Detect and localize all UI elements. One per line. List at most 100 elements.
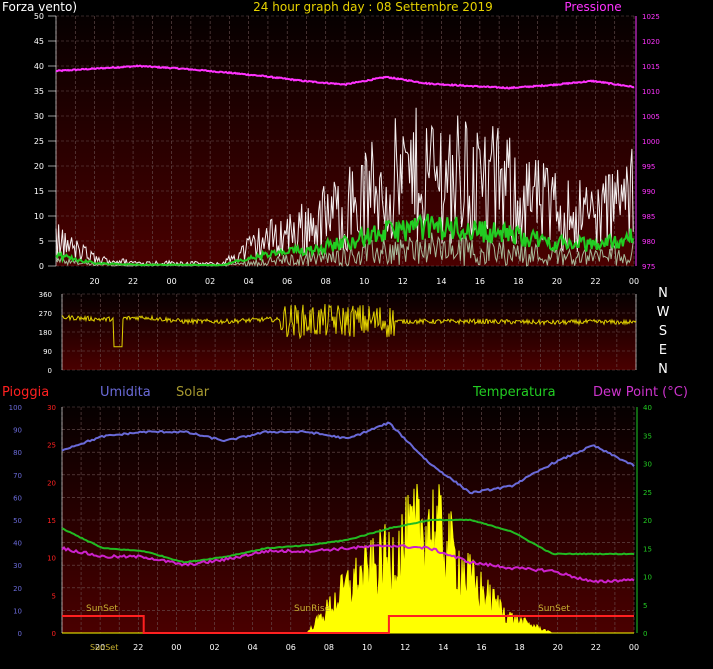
- compass-label: W: [657, 305, 670, 320]
- humidity-tick-label: 30: [13, 562, 22, 570]
- time-tick-label: 14: [438, 643, 448, 652]
- pressure-ticks: 1025 1020 1015 1010 1005 1000 995 990 985 980 975: [635, 13, 660, 271]
- legend-dewpoint: Dew Point (°C): [593, 385, 688, 400]
- sunset-label-overlap: SunSet: [90, 643, 118, 652]
- rain-tick-label: 25: [47, 442, 56, 450]
- temperature-tick-label: 40: [643, 404, 652, 412]
- time-tick-label: 16: [476, 643, 486, 652]
- compass-labels: NWSEN: [657, 286, 670, 377]
- legend-rain: Pioggia: [2, 385, 49, 400]
- rain-tick-label: 20: [47, 479, 56, 487]
- rain-tick-label: 30: [47, 404, 56, 412]
- time-tick-label: 02: [205, 277, 215, 286]
- wind-tick-label: 30: [34, 112, 44, 121]
- humidity-tick-label: 60: [13, 494, 22, 502]
- humidity-tick-label: 70: [13, 472, 22, 480]
- direction-tick-label: 360: [39, 291, 52, 299]
- temperature-tick-label: 10: [643, 574, 652, 582]
- weather-panel: 1009080706050403020100 302520151050 4035…: [9, 404, 652, 652]
- time-tick-label: 22: [591, 643, 601, 652]
- time-tick-label: 22: [133, 643, 143, 652]
- time-tick-label: 08: [324, 643, 334, 652]
- time-tick-label: 00: [629, 643, 639, 652]
- pressure-tick-label: 1015: [642, 63, 660, 71]
- humidity-tick-label: 50: [13, 517, 22, 525]
- compass-label: E: [659, 343, 667, 358]
- time-tick-label: 00: [167, 277, 177, 286]
- humidity-tick-label: 20: [13, 585, 22, 593]
- time-tick-label: 04: [244, 277, 254, 286]
- pressure-axis-title: Pressione: [564, 0, 621, 14]
- rain-tick-label: 15: [47, 517, 56, 525]
- time-tick-label: 22: [590, 277, 600, 286]
- time-axis-bottom: 20 22 00 02 04 06 08 10 12 14 16 18 20 22 00: [95, 643, 639, 652]
- temperature-tick-label: 30: [643, 461, 652, 469]
- wind-pressure-panel: 50454035302520151050 1025102010151010100…: [34, 12, 660, 286]
- pressure-tick-label: 1020: [642, 38, 660, 46]
- time-tick-label: 14: [436, 277, 446, 286]
- time-tick-label: 10: [359, 277, 369, 286]
- wind-tick-label: 25: [34, 137, 44, 146]
- temperature-tick-label: 5: [643, 602, 647, 610]
- temperature-tick-label: 15: [643, 545, 652, 553]
- humidity-tick-label: 90: [13, 427, 22, 435]
- pressure-tick-label: 1000: [642, 138, 660, 146]
- pressure-tick-label: 995: [642, 163, 655, 171]
- wind-tick-label: 15: [34, 187, 44, 196]
- time-tick-label: 20: [552, 277, 562, 286]
- direction-tick-label: 180: [39, 329, 52, 337]
- temperature-tick-label: 0: [643, 630, 647, 638]
- compass-label: N: [658, 286, 668, 301]
- wind-speed-ticks: 50454035302520151050: [34, 12, 57, 271]
- wind-tick-label: 50: [34, 12, 44, 21]
- wind-tick-label: 10: [34, 212, 44, 221]
- time-tick-label: 18: [513, 277, 523, 286]
- pressure-tick-label: 1005: [642, 113, 660, 121]
- time-tick-label: 12: [400, 643, 410, 652]
- time-tick-label: 20: [553, 643, 563, 652]
- wind-tick-label: 5: [39, 237, 44, 246]
- wind-tick-label: 45: [34, 37, 44, 46]
- rain-tick-label: 10: [47, 555, 56, 563]
- rain-ticks: 30 25 20 15 10 5 0: [47, 404, 56, 638]
- time-tick-label: 12: [398, 277, 408, 286]
- time-tick-label: 10: [362, 643, 372, 652]
- time-tick-label: 16: [475, 277, 485, 286]
- rain-tick-label: 5: [52, 592, 56, 600]
- wind-tick-label: 0: [39, 262, 44, 271]
- legend-solar: Solar: [176, 385, 210, 400]
- humidity-tick-label: 0: [18, 630, 22, 638]
- time-tick-label: 20: [89, 277, 99, 286]
- temperature-tick-label: 35: [643, 432, 652, 440]
- pressure-tick-label: 985: [642, 213, 655, 221]
- pressure-tick-label: 980: [642, 238, 655, 246]
- time-tick-label: 02: [209, 643, 219, 652]
- pressure-tick-label: 1010: [642, 88, 660, 96]
- time-tick-label: 08: [321, 277, 331, 286]
- sunset-label-2: SunSet: [538, 604, 570, 614]
- humidity-tick-label: 80: [13, 449, 22, 457]
- wind-direction-panel: 360270180900 NWSEN: [39, 286, 670, 377]
- rain-tick-label: 0: [52, 630, 56, 638]
- time-tick-label: 22: [128, 277, 138, 286]
- compass-label: S: [659, 324, 667, 339]
- weather-24h-chart: Forza vento) 24 hour graph day : 08 Sett…: [2, 0, 688, 652]
- sunrise-label: SunRise: [294, 604, 331, 614]
- humidity-tick-label: 10: [13, 607, 22, 615]
- time-tick-label: 06: [282, 277, 292, 286]
- time-tick-label: 00: [629, 277, 639, 286]
- direction-tick-label: 270: [39, 310, 52, 318]
- compass-label: N: [658, 362, 668, 377]
- time-tick-label: 18: [515, 643, 525, 652]
- time-tick-label: 06: [286, 643, 296, 652]
- chart-title: 24 hour graph day : 08 Settembre 2019: [253, 0, 493, 14]
- wind-tick-label: 20: [34, 162, 44, 171]
- legend-temperature: Temperatura: [472, 385, 556, 400]
- time-tick-label: 04: [248, 643, 258, 652]
- time-tick-label: 00: [171, 643, 181, 652]
- humidity-tick-label: 40: [13, 540, 22, 548]
- direction-tick-label: 0: [48, 367, 52, 375]
- direction-tick-label: 90: [43, 348, 52, 356]
- pressure-tick-label: 975: [642, 263, 655, 271]
- temperature-tick-label: 20: [643, 517, 652, 525]
